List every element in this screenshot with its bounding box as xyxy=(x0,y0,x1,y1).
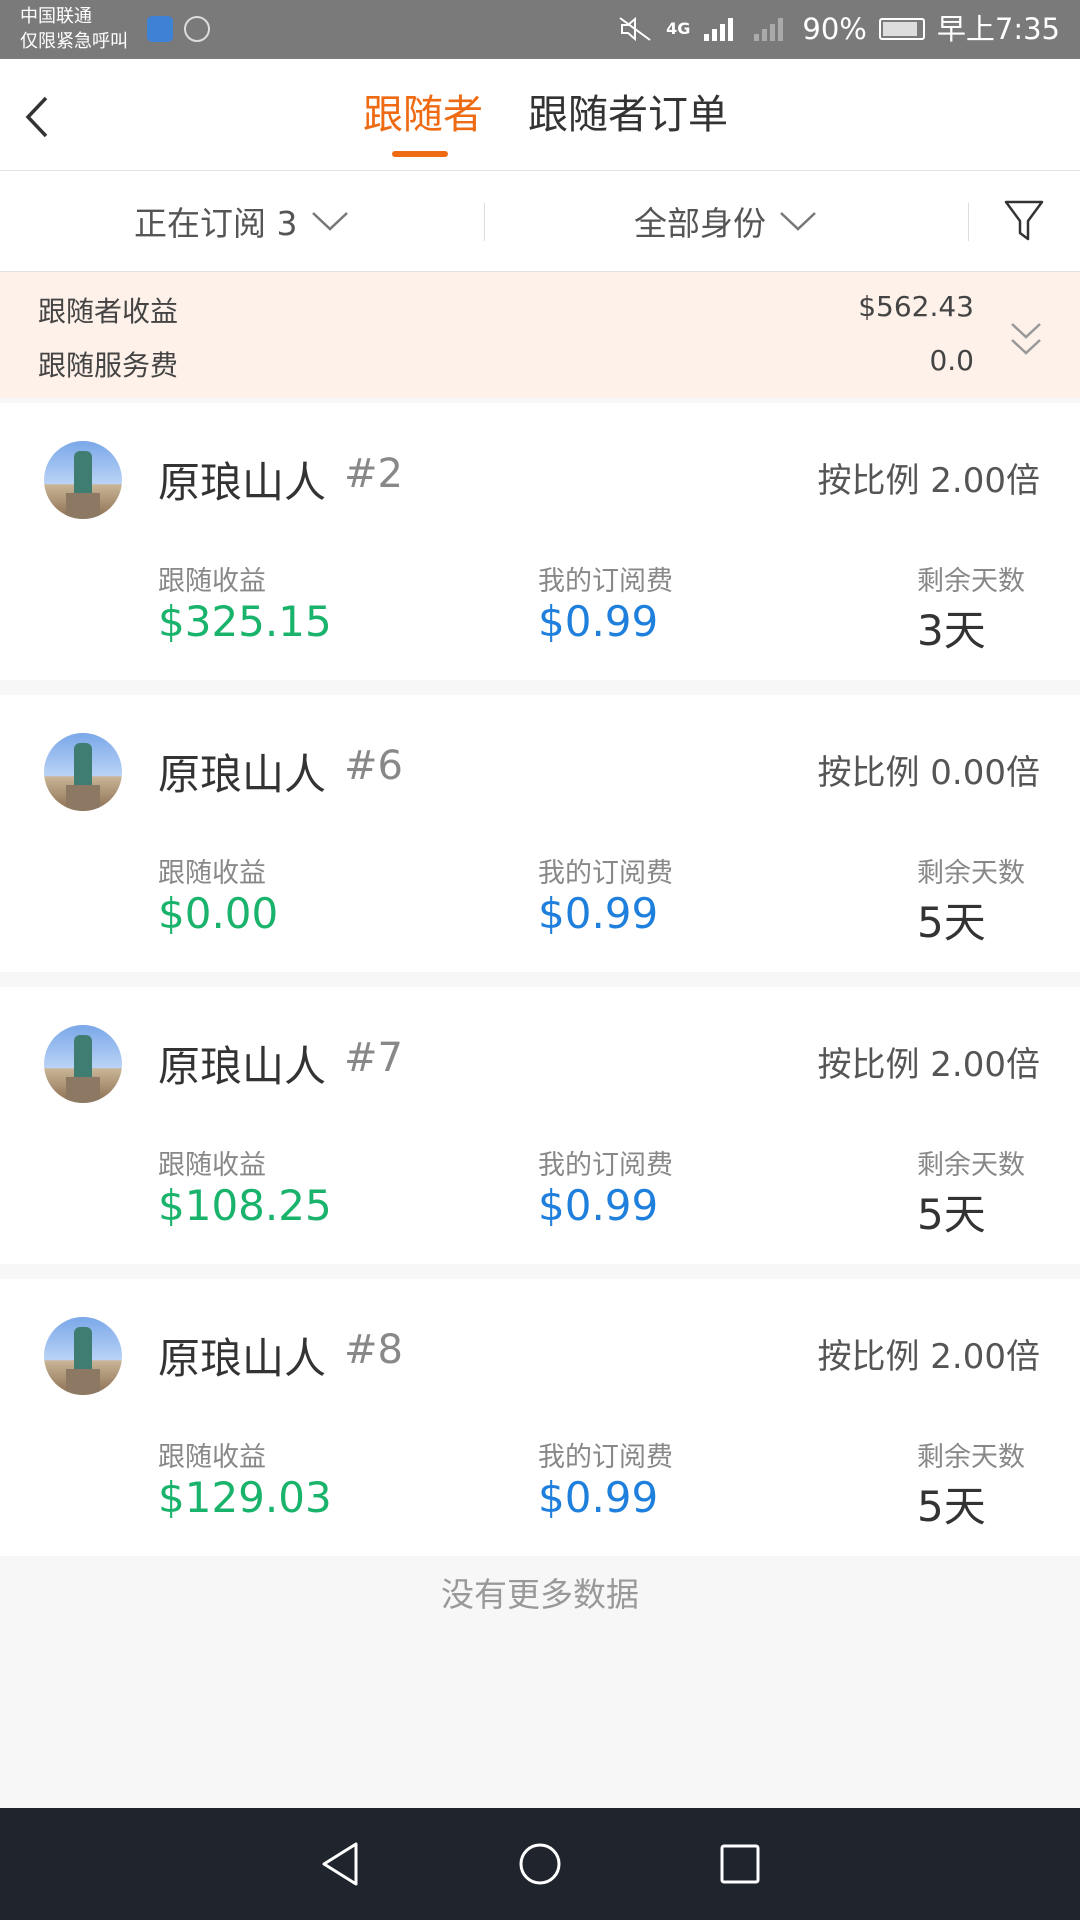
status-right: 4G 90% 早上7:35 xyxy=(616,12,1060,46)
divider xyxy=(484,203,485,241)
days-left-label: 剩余天数 xyxy=(917,1150,1025,1181)
days-left-label: 剩余天数 xyxy=(917,566,1025,597)
pedestal-image xyxy=(66,1077,100,1103)
clock: 早上7:35 xyxy=(936,12,1060,46)
follower-name: 原琅山人 xyxy=(158,1042,327,1091)
follower-earnings-value: $562.43 xyxy=(858,290,974,323)
signal-2-icon xyxy=(754,18,784,41)
network-type: 4G xyxy=(666,19,691,38)
my-fee-value: $0.99 xyxy=(538,1181,659,1230)
days-left-label: 剩余天数 xyxy=(917,858,1025,889)
emergency-text: 仅限紧急呼叫 xyxy=(20,31,128,52)
carrier-info: 中国联通 仅限紧急呼叫 xyxy=(20,4,128,54)
service-fee-label: 跟随服务费 xyxy=(38,349,179,382)
days-left-value: 5天 xyxy=(917,1190,986,1239)
follow-ratio: 按比例 2.00倍 xyxy=(817,1045,1040,1085)
chevron-down-icon xyxy=(780,212,816,231)
follow-earnings-label: 跟随收益 xyxy=(158,566,266,597)
pedestal-image xyxy=(66,1369,100,1395)
follow-ratio: 按比例 0.00倍 xyxy=(817,753,1040,793)
my-fee-label: 我的订阅费 xyxy=(538,566,673,597)
follower-name: 原琅山人 xyxy=(158,1334,327,1383)
no-more-data-text: 没有更多数据 xyxy=(441,1575,639,1614)
follower-name: 原琅山人 xyxy=(158,458,327,507)
chevron-down-icon xyxy=(311,212,348,231)
carrier-name: 中国联通 xyxy=(20,6,92,27)
tab-follower-orders[interactable]: 跟随者订单 xyxy=(528,87,728,143)
my-fee-label: 我的订阅费 xyxy=(538,1442,673,1473)
mute-icon xyxy=(619,16,651,42)
follow-earnings-value: $0.00 xyxy=(158,889,279,938)
avatar xyxy=(44,441,122,519)
earnings-summary: 跟随者收益 $562.43 跟随服务费 0.0 xyxy=(0,272,1080,398)
avatar xyxy=(44,1317,122,1395)
days-left-value: 5天 xyxy=(917,898,986,947)
avatar xyxy=(44,1025,122,1103)
top-bar: 跟随者 跟随者订单 xyxy=(0,59,1080,171)
back-arrow-icon[interactable] xyxy=(22,92,72,142)
tab-followers[interactable]: 跟随者 xyxy=(363,87,483,143)
my-fee-label: 我的订阅费 xyxy=(538,858,673,889)
follow-earnings-value: $108.25 xyxy=(158,1181,332,1230)
my-fee-value: $0.99 xyxy=(538,889,659,938)
service-fee-value: 0.0 xyxy=(929,344,974,377)
follow-earnings-label: 跟随收益 xyxy=(158,858,266,889)
follower-number: #6 xyxy=(344,743,403,789)
nav-back-icon[interactable] xyxy=(318,1840,366,1888)
follower-number: #7 xyxy=(344,1035,403,1081)
pedestal-image xyxy=(66,785,100,811)
follow-earnings-label: 跟随收益 xyxy=(158,1150,266,1181)
subscribing-filter[interactable]: 正在订阅 3 xyxy=(134,197,350,245)
follow-ratio: 按比例 2.00倍 xyxy=(817,461,1040,501)
divider xyxy=(968,203,969,241)
avatar xyxy=(44,733,122,811)
filter-bar: 正在订阅 3 全部身份 xyxy=(0,171,1080,272)
expand-double-chevron-icon[interactable] xyxy=(1008,320,1044,360)
subscribing-filter-label: 正在订阅 3 xyxy=(134,204,298,243)
shield-icon xyxy=(147,16,173,42)
identity-filter[interactable]: 全部身份 xyxy=(634,197,818,245)
app-notification-icon xyxy=(184,16,210,42)
follower-card[interactable]: 原琅山人 #2 按比例 2.00倍 跟随收益 我的订阅费 剩余天数 $325.1… xyxy=(0,403,1080,680)
days-left-value: 5天 xyxy=(917,1482,986,1531)
follow-earnings-value: $325.15 xyxy=(158,597,332,646)
days-left-label: 剩余天数 xyxy=(917,1442,1025,1473)
follower-card[interactable]: 原琅山人 #8 按比例 2.00倍 跟随收益 我的订阅费 剩余天数 $129.0… xyxy=(0,1279,1080,1556)
pedestal-image xyxy=(66,493,100,519)
identity-filter-label: 全部身份 xyxy=(634,204,766,243)
follower-number: #2 xyxy=(344,451,403,497)
active-tab-indicator xyxy=(392,151,448,157)
follower-number: #8 xyxy=(344,1327,403,1373)
my-fee-value: $0.99 xyxy=(538,1473,659,1522)
follower-card[interactable]: 原琅山人 #6 按比例 0.00倍 跟随收益 我的订阅费 剩余天数 $0.00 … xyxy=(0,695,1080,972)
follower-card[interactable]: 原琅山人 #7 按比例 2.00倍 跟随收益 我的订阅费 剩余天数 $108.2… xyxy=(0,987,1080,1264)
battery-percent: 90% xyxy=(802,12,867,46)
signal-icon xyxy=(704,18,734,41)
nav-recents-icon[interactable] xyxy=(716,1840,764,1888)
follow-earnings-label: 跟随收益 xyxy=(158,1442,266,1473)
nav-home-icon[interactable] xyxy=(516,1840,564,1888)
follow-earnings-value: $129.03 xyxy=(158,1473,332,1522)
follower-name: 原琅山人 xyxy=(158,750,327,799)
my-fee-label: 我的订阅费 xyxy=(538,1150,673,1181)
my-fee-value: $0.99 xyxy=(538,597,659,646)
follower-earnings-label: 跟随者收益 xyxy=(38,295,179,328)
battery-icon xyxy=(878,18,925,40)
system-nav-bar xyxy=(0,1808,1080,1920)
days-left-value: 3天 xyxy=(917,606,986,655)
status-bar: 中国联通 仅限紧急呼叫 4G 90% 早上7:35 xyxy=(0,0,1080,59)
follow-ratio: 按比例 2.00倍 xyxy=(817,1337,1040,1377)
filter-funnel-icon[interactable] xyxy=(1004,199,1044,243)
